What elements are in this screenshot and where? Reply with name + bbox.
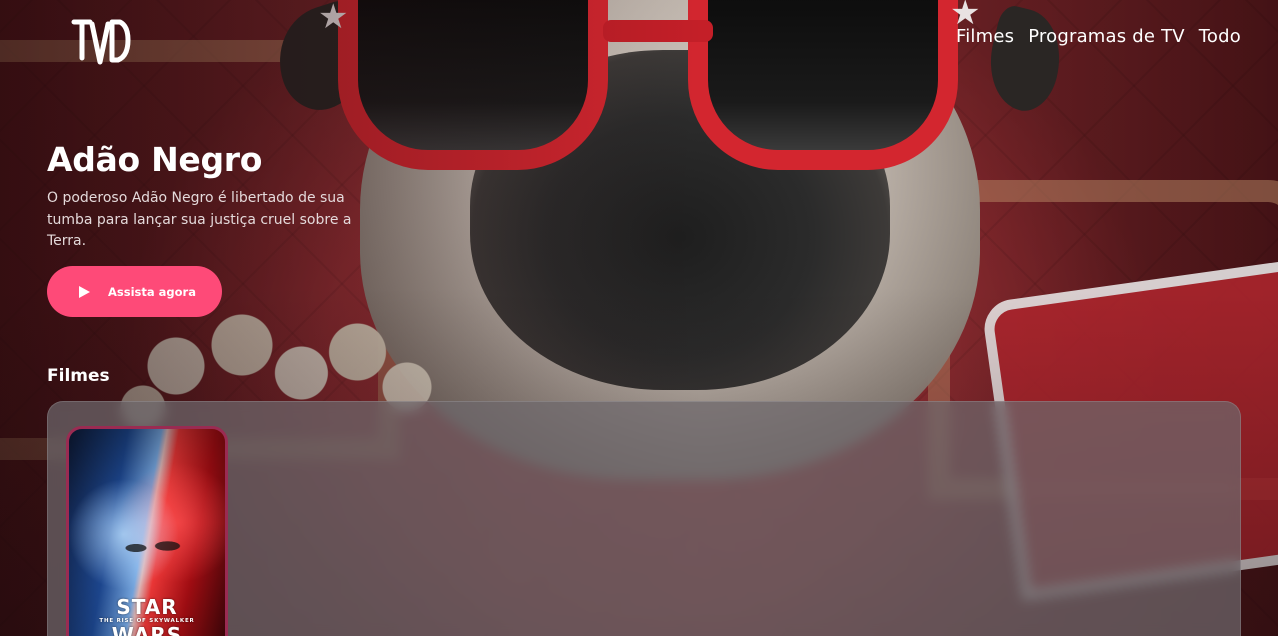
- watch-now-label: Assista agora: [108, 284, 196, 299]
- poster-title-line1: STAR: [116, 595, 178, 619]
- movies-carousel: STAR THE RISE OF SKYWALKER WARS: [47, 401, 1241, 636]
- hero-title: Adão Negro: [47, 140, 263, 179]
- section-title-filmes: Filmes: [47, 366, 110, 386]
- site-logo[interactable]: [70, 14, 132, 68]
- poster-title-logo: STAR THE RISE OF SKYWALKER WARS: [69, 597, 225, 636]
- watch-now-button[interactable]: Assista agora: [47, 266, 222, 317]
- main-nav: Filmes Programas de TV Todo: [956, 26, 1241, 47]
- nav-link-todo[interactable]: Todo: [1199, 26, 1241, 47]
- tvd-logo-icon: [71, 19, 131, 65]
- top-header: Filmes Programas de TV Todo: [0, 0, 1278, 80]
- play-icon: [79, 285, 90, 298]
- poster-title-line2: WARS: [111, 623, 183, 636]
- hero-description: O poderoso Adão Negro é libertado de sua…: [47, 190, 352, 249]
- poster-figures: [109, 524, 199, 564]
- movie-poster-card[interactable]: STAR THE RISE OF SKYWALKER WARS: [66, 426, 228, 636]
- nav-link-programas-de-tv[interactable]: Programas de TV: [1028, 26, 1185, 47]
- nav-link-filmes[interactable]: Filmes: [956, 26, 1014, 47]
